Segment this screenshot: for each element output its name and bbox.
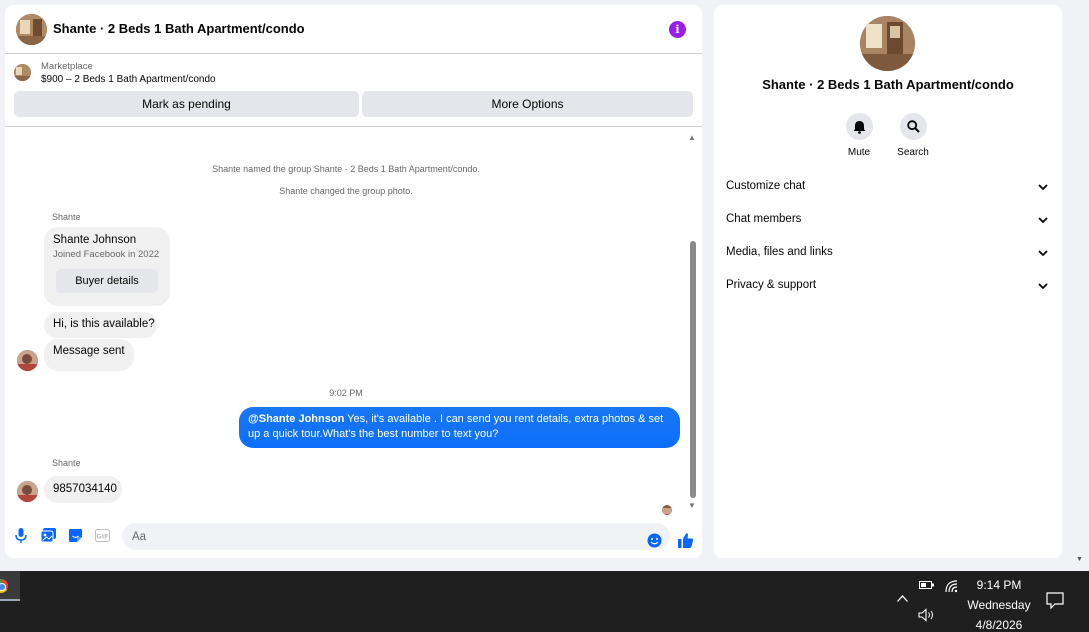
bell-icon[interactable] [845,113,873,140]
chrome-icon [0,579,8,593]
privacy-support-section[interactable]: Privacy & support [714,272,1062,300]
group-photo[interactable] [860,16,915,71]
mute-label: Mute [847,147,871,158]
section-label: Customize chat [726,180,806,192]
info-icon[interactable]: i [669,21,686,38]
chevron-down-icon [1038,184,1048,191]
taskbar-clock[interactable]: 9:14 PM Wednesday 4/8/2026 [965,575,1033,632]
message-input[interactable] [122,523,670,550]
message-bubble[interactable]: Hi, is this available? [44,312,157,338]
marketplace-label: Marketplace [41,61,93,72]
outgoing-message-bubble[interactable]: @Shante Johnson Yes, it's available . I … [239,407,680,448]
clock-time: 9:14 PM [976,578,1022,592]
svg-text:GIF: GIF [96,532,108,540]
volume-icon[interactable] [918,608,936,625]
message-bubble[interactable]: Message sent [44,339,134,371]
search-label: Search [897,147,929,158]
more-options-button[interactable]: More Options [362,91,693,117]
system-message: Shante named the group Shante · 2 Beds 1… [212,164,480,174]
section-label: Privacy & support [726,279,817,291]
mark-as-pending-button[interactable]: Mark as pending [14,91,359,117]
photo-icon[interactable] [40,527,56,543]
chevron-down-icon [1038,250,1048,257]
scroll-up-arrow[interactable]: ▲ [688,133,696,142]
notifications-icon[interactable] [1046,592,1064,612]
search-button[interactable]: Search [883,113,943,158]
microphone-icon[interactable] [13,527,29,543]
message-text: up a quick tour.What's the best number t… [248,428,499,440]
chat-panel: Shante · 2 Beds 1 Bath Apartment/condo i… [5,5,702,558]
scroll-down-arrow[interactable]: ▼ [688,501,696,510]
clock-day: Wednesday [967,598,1031,612]
scrollbar-thumb[interactable] [690,241,696,498]
buyer-details-button[interactable]: Buyer details [56,269,158,293]
sender-name: Shante [52,458,81,468]
profile-joined: Joined Facebook in 2022 [53,249,160,260]
mention[interactable]: @Shante Johnson [248,413,344,425]
wifi-icon[interactable] [944,579,960,596]
composer: GIF [5,515,702,558]
message-text: Yes, it's available . I can send you ren… [344,413,664,425]
media-files-links-section[interactable]: Media, files and links [714,239,1062,267]
chevron-down-icon [1038,217,1048,224]
profile-card: Shante Johnson Joined Facebook in 2022 B… [44,227,170,306]
taskbar-chrome-button[interactable] [0,571,20,601]
group-avatar[interactable] [16,14,47,45]
sender-avatar[interactable] [17,350,38,371]
battery-icon[interactable] [919,579,935,594]
sender-avatar[interactable] [17,481,38,502]
sticker-icon[interactable] [67,527,83,543]
system-message: Shante changed the group photo. [279,186,413,196]
section-label: Media, files and links [726,246,833,258]
message-bubble[interactable]: 9857034140 [44,476,122,503]
clock-date: 4/8/2026 [975,618,1023,632]
search-icon[interactable] [899,113,927,140]
sender-name: Shante [52,212,81,222]
read-receipt-avatar [662,505,672,515]
chevron-up-icon[interactable] [896,592,909,606]
chevron-down-icon [1038,283,1048,290]
mute-button[interactable]: Mute [829,113,889,158]
page-scroll-down-arrow[interactable]: ▼ [1076,556,1083,563]
thumbs-up-icon[interactable] [677,532,694,549]
customize-chat-section[interactable]: Customize chat [714,173,1062,201]
section-label: Chat members [726,213,802,225]
message-list[interactable]: Shante named the group Shante · 2 Beds 1… [5,127,702,515]
conversation-info-panel: Shante · 2 Beds 1 Bath Apartment/condo M… [714,5,1062,558]
conversation-title: Shante · 2 Beds 1 Bath Apartment/condo [762,77,1014,92]
emoji-icon[interactable] [647,533,662,548]
taskbar: 9:14 PM Wednesday 4/8/2026 [0,571,1089,632]
chat-members-section[interactable]: Chat members [714,206,1062,234]
listing-thumbnail[interactable] [14,64,31,81]
chat-header: Shante · 2 Beds 1 Bath Apartment/condo i [5,5,702,54]
gif-icon[interactable]: GIF [94,527,110,543]
chat-title[interactable]: Shante · 2 Beds 1 Bath Apartment/condo [53,21,305,36]
listing-title[interactable]: $900 – 2 Beds 1 Bath Apartment/condo [41,74,216,85]
timestamp: 9:02 PM [329,388,363,398]
profile-name: Shante Johnson [53,234,137,246]
